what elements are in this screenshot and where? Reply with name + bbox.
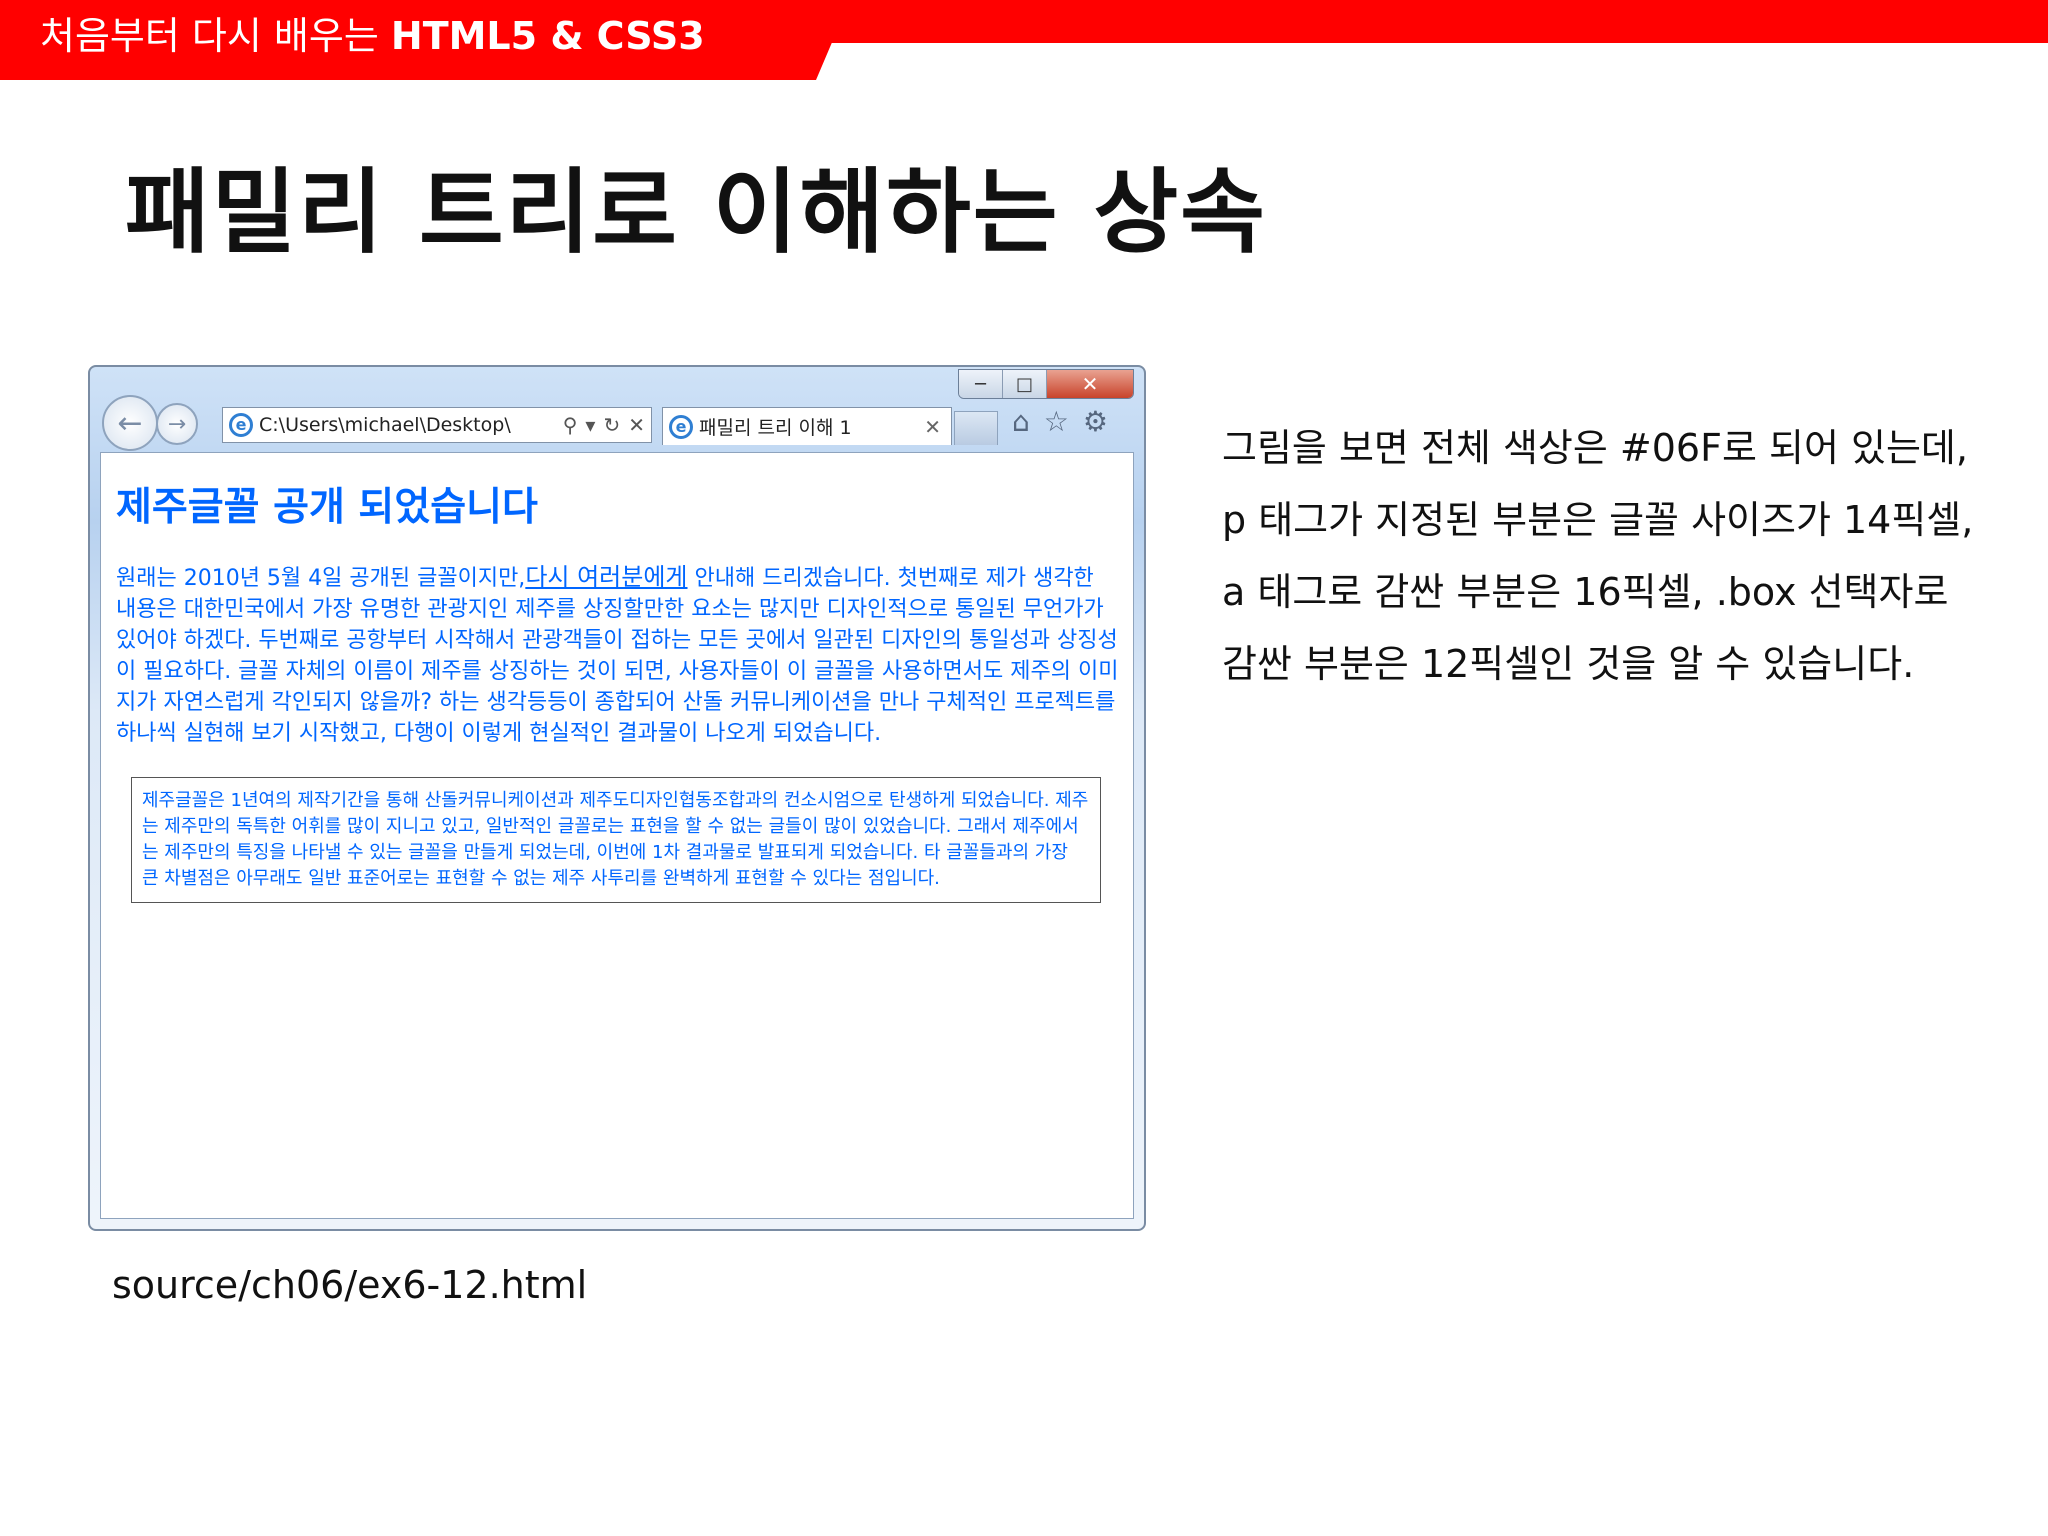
para-text-after: 안내해 드리겠습니다. 첫번째로 제가 생각한 내용은 대한민국에서 가장 유명… bbox=[116, 565, 1119, 746]
box-section: 제주글꼴은 1년여의 제작기간을 통해 산돌커뮤니케이션과 제주도디자인협동조합… bbox=[131, 776, 1101, 903]
star-icon[interactable]: ☆ bbox=[1044, 405, 1069, 438]
tab-title: 패밀리 트리 이해 1 bbox=[699, 417, 852, 439]
header-band: 처음부터 다시 배우는 HTML5 & CSS3 bbox=[0, 0, 2048, 80]
home-icon[interactable]: ⌂ bbox=[1012, 405, 1030, 438]
page-heading: 제주글꼴 공개 되었습니다 bbox=[116, 485, 538, 530]
series-text: 처음부터 다시 배우는 bbox=[40, 14, 391, 58]
toolbar-icons: ⌂ ☆ ⚙ bbox=[1012, 405, 1108, 438]
new-tab-button[interactable] bbox=[954, 411, 998, 445]
browser-window: ─ □ ✕ ← → e C:\Users\michael\Desktop\ ⚲ … bbox=[88, 365, 1146, 1231]
minimize-icon[interactable]: ─ bbox=[959, 370, 1003, 398]
address-bar[interactable]: e C:\Users\michael\Desktop\ ⚲ ▾ ↻ ✕ bbox=[222, 407, 652, 443]
source-caption: source/ch06/ex6-12.html bbox=[112, 1263, 588, 1307]
dropdown-icon[interactable]: ▾ bbox=[585, 413, 595, 437]
maximize-icon[interactable]: □ bbox=[1003, 370, 1047, 398]
forward-button[interactable]: → bbox=[156, 403, 198, 445]
search-icon[interactable]: ⚲ bbox=[563, 413, 578, 437]
back-button[interactable]: ← bbox=[102, 395, 158, 451]
series-title: 처음부터 다시 배우는 HTML5 & CSS3 bbox=[40, 10, 705, 62]
address-icons: ⚲ ▾ ↻ ✕ bbox=[557, 413, 651, 437]
page-viewport: 제주글꼴 공개 되었습니다 원래는 2010년 5월 4일 공개된 글꼴이지만,… bbox=[100, 452, 1134, 1219]
address-text: C:\Users\michael\Desktop\ bbox=[259, 414, 511, 436]
tab-ie-icon: e bbox=[669, 414, 693, 439]
series-bold-title: HTML5 & CSS3 bbox=[390, 14, 705, 58]
stop-icon[interactable]: ✕ bbox=[628, 413, 645, 437]
page-paragraph: 원래는 2010년 5월 4일 공개된 글꼴이지만,다시 여러분에게 안내해 드… bbox=[116, 562, 1121, 749]
window-controls: ─ □ ✕ bbox=[958, 369, 1134, 399]
gear-icon[interactable]: ⚙ bbox=[1083, 405, 1108, 438]
close-icon[interactable]: ✕ bbox=[1047, 370, 1133, 398]
browser-tab[interactable]: e 패밀리 트리 이해 1 ✕ bbox=[662, 407, 952, 445]
ie-page-icon: e bbox=[229, 413, 253, 437]
para-text-before: 원래는 2010년 5월 4일 공개된 글꼴이지만, bbox=[116, 565, 526, 591]
refresh-icon[interactable]: ↻ bbox=[603, 413, 620, 437]
para-link[interactable]: 다시 여러분에게 bbox=[525, 563, 687, 591]
description-text: 그림을 보면 전체 색상은 #06F로 되어 있는데, p 태그가 지정된 부분… bbox=[1222, 426, 1974, 686]
slide-title: 패밀리 트리로 이해하는 상속 bbox=[125, 159, 1267, 266]
tab-close-icon[interactable]: ✕ bbox=[914, 415, 951, 439]
